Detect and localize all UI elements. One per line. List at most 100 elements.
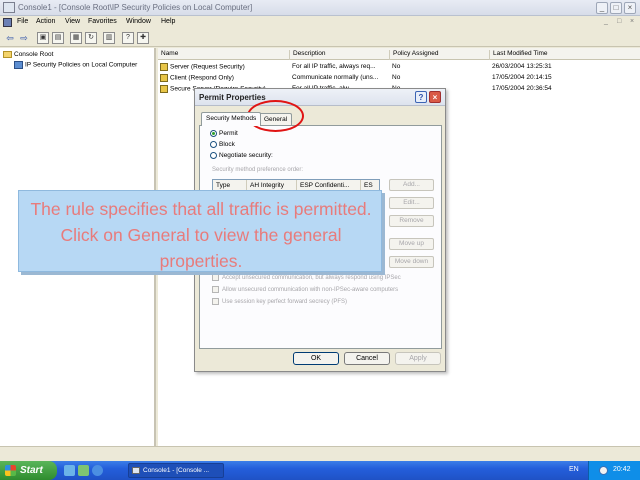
column-header-bar: Name Description Policy Assigned Last Mo… (158, 48, 640, 60)
dialog-title-bar: Permit Properties ? × (195, 89, 445, 106)
language-indicator[interactable]: EN (569, 466, 579, 473)
tutorial-callout: The rule specifies that all traffic is p… (18, 190, 382, 272)
minimize-button[interactable]: _ (596, 2, 608, 14)
tree-label-ip-security: IP Security Policies on Local Computer (25, 61, 138, 69)
preference-order-label: Security method preference order: (212, 167, 304, 173)
maximize-button[interactable]: □ (610, 2, 622, 14)
console-menu-icon[interactable] (3, 18, 12, 27)
doc-restore-button[interactable]: □ (617, 18, 621, 25)
column-header-description[interactable]: Description (289, 50, 389, 60)
tab-security-methods[interactable]: Security Methods (201, 112, 262, 126)
accept-unsecured-label: Accept unsecured communication, but alwa… (222, 275, 401, 282)
policy-icon (160, 63, 168, 71)
edit-button[interactable]: Edit... (389, 197, 434, 209)
add-button[interactable]: Add... (389, 179, 434, 191)
taskbar-button-console1[interactable]: Console1 - [Console ... (128, 463, 224, 478)
menu-action[interactable]: Action (36, 18, 55, 25)
menu-bar: File Action View Favorites Window Help _… (0, 16, 640, 29)
dialog-help-button[interactable]: ? (415, 91, 427, 103)
allow-unsecured-label: Allow unsecured communication with non-I… (222, 287, 399, 294)
menu-favorites[interactable]: Favorites (88, 18, 117, 25)
session-key-pfs-label: Use session key perfect forward secrecy … (222, 299, 348, 306)
ip-security-icon (14, 61, 23, 69)
policy-icon (160, 74, 168, 82)
row-assigned: No (392, 63, 401, 70)
taskbar-button-label: Console1 - [Console ... (143, 467, 210, 474)
up-folder-icon[interactable]: ▣ (37, 32, 49, 44)
checkbox-icon (212, 298, 219, 305)
network-tray-icon[interactable] (599, 466, 608, 475)
cancel-button[interactable]: Cancel (344, 352, 390, 365)
show-desktop-icon[interactable] (64, 465, 75, 476)
accept-unsecured-checkbox[interactable]: Accept unsecured communication, but alwa… (212, 274, 401, 284)
close-button[interactable]: × (624, 2, 636, 14)
internet-explorer-icon[interactable] (92, 465, 103, 476)
allow-unsecured-checkbox[interactable]: Allow unsecured communication with non-I… (212, 286, 398, 296)
row-description: For all IP traffic, always req... (292, 63, 376, 70)
add-policy-icon[interactable]: ✚ (137, 32, 149, 44)
refresh-icon[interactable]: ↻ (85, 32, 97, 44)
policy-icon (160, 85, 168, 93)
console-task-icon (132, 467, 140, 474)
dialog-close-button[interactable]: × (429, 91, 441, 103)
window-title: Console1 - [Console Root\IP Security Pol… (18, 3, 253, 12)
tree-item-console-root[interactable]: Console Root (3, 51, 53, 61)
row-name: Client (Respond Only) (170, 74, 234, 82)
help-icon[interactable]: ? (122, 32, 134, 44)
radio-permit-label: Permit (219, 130, 238, 138)
row-description: Communicate normally (uns... (292, 74, 379, 81)
doc-minimize-button[interactable]: _ (604, 18, 608, 25)
radio-permit[interactable]: Permit (210, 130, 238, 140)
radio-negotiate-label: Negotiate security: (219, 152, 273, 160)
menu-view[interactable]: View (65, 18, 80, 25)
start-label: Start (20, 465, 43, 476)
media-player-icon[interactable] (78, 465, 89, 476)
tree-label-console-root: Console Root (14, 51, 54, 59)
move-down-button[interactable]: Move down (389, 256, 434, 268)
row-modified: 26/03/2004 13:25:31 (492, 63, 552, 70)
radio-unselected-icon (210, 141, 217, 148)
session-key-pfs-checkbox[interactable]: Use session key perfect forward secrecy … (212, 298, 347, 308)
forward-icon[interactable]: ⇨ (18, 32, 30, 44)
radio-block[interactable]: Block (210, 141, 235, 151)
radio-unselected-icon (210, 152, 217, 159)
tree-item-ip-security-policies[interactable]: IP Security Policies on Local Computer (14, 61, 137, 71)
doc-close-button[interactable]: × (630, 18, 634, 25)
checkbox-icon (212, 286, 219, 293)
properties-icon[interactable]: ▦ (70, 32, 82, 44)
remove-button[interactable]: Remove (389, 215, 434, 227)
column-header-name[interactable]: Name (158, 50, 289, 60)
status-bar (0, 446, 640, 461)
apply-button[interactable]: Apply (395, 352, 441, 365)
row-assigned: No (392, 74, 401, 81)
title-bar: Console1 - [Console Root\IP Security Pol… (0, 0, 640, 16)
menu-file[interactable]: File (17, 18, 28, 25)
radio-block-label: Block (219, 141, 235, 149)
back-icon[interactable]: ⇦ (4, 32, 16, 44)
column-header-policy-assigned[interactable]: Policy Assigned (389, 50, 489, 60)
windows-logo-icon (5, 465, 16, 476)
menu-help[interactable]: Help (161, 18, 175, 25)
move-up-button[interactable]: Move up (389, 238, 434, 250)
column-header-last-modified[interactable]: Last Modified Time (489, 50, 589, 60)
show-hide-tree-icon[interactable]: ▤ (52, 32, 64, 44)
ok-button[interactable]: OK (293, 352, 339, 365)
row-modified: 17/05/2004 20:14:15 (492, 74, 552, 81)
export-list-icon[interactable]: ▥ (103, 32, 115, 44)
callout-text: The rule specifies that all traffic is p… (30, 199, 372, 271)
table-row[interactable]: Client (Respond Only) Communicate normal… (158, 74, 640, 84)
table-row[interactable]: Server (Request Security) For all IP tra… (158, 63, 640, 73)
toolbar: ⇦ ⇨ ▣ ▤ ▦ ↻ ▥ ? ✚ (0, 29, 640, 47)
system-tray: 20:42 (588, 461, 640, 480)
folder-icon (3, 51, 12, 58)
dialog-title: Permit Properties (199, 93, 266, 102)
console-app-icon (3, 2, 15, 13)
clock: 20:42 (613, 466, 631, 473)
radio-selected-icon (210, 130, 217, 137)
row-name: Server (Request Security) (170, 63, 245, 71)
start-button[interactable]: Start (0, 461, 57, 480)
menu-window[interactable]: Window (126, 18, 151, 25)
radio-negotiate-security[interactable]: Negotiate security: (210, 152, 273, 162)
taskbar: Start Console1 - [Console ... EN 20:42 (0, 461, 640, 480)
checkbox-icon (212, 274, 219, 281)
